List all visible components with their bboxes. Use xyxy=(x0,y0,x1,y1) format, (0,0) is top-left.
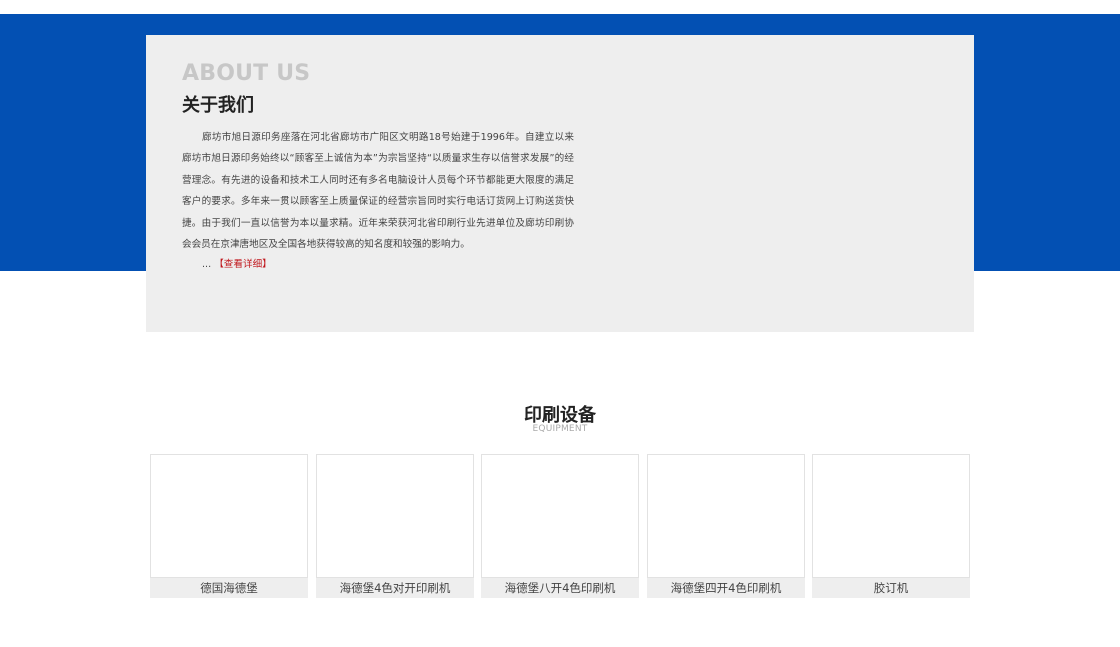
equipment-card[interactable]: 德国海德堡 xyxy=(150,454,308,598)
equipment-caption[interactable]: 海德堡4色对开印刷机 xyxy=(316,578,474,598)
about-more-row: ... 【查看详细】 xyxy=(202,257,272,273)
page: ABOUT US 关于我们 廊坊市旭日源印务座落在河北省廊坊市广阳区文明路18号… xyxy=(0,0,1120,647)
about-ellipsis: ... xyxy=(202,259,212,270)
equipment-subtitle: EQUIPMENT xyxy=(532,424,588,434)
equipment-card[interactable]: 胶订机 xyxy=(812,454,970,598)
equipment-image[interactable] xyxy=(481,454,639,578)
equipment-card[interactable]: 海德堡八开4色印刷机 xyxy=(481,454,639,598)
about-section: ABOUT US 关于我们 廊坊市旭日源印务座落在河北省廊坊市广阳区文明路18号… xyxy=(146,35,974,332)
equipment-card[interactable]: 海德堡4色对开印刷机 xyxy=(316,454,474,598)
about-title-cn: 关于我们 xyxy=(182,95,254,116)
about-title-en: ABOUT US xyxy=(182,61,311,86)
equipment-image[interactable] xyxy=(812,454,970,578)
view-details-link[interactable]: 【查看详细】 xyxy=(214,259,272,270)
about-body-text: 廊坊市旭日源印务座落在河北省廊坊市广阳区文明路18号始建于1996年。自建立以来… xyxy=(182,132,574,251)
equipment-caption[interactable]: 海德堡四开4色印刷机 xyxy=(647,578,805,598)
equipment-caption[interactable]: 胶订机 xyxy=(812,578,970,598)
equipment-grid: 德国海德堡 海德堡4色对开印刷机 海德堡八开4色印刷机 海德堡四开4色印刷机 胶… xyxy=(150,454,972,600)
equipment-caption[interactable]: 海德堡八开4色印刷机 xyxy=(481,578,639,598)
equipment-card[interactable]: 海德堡四开4色印刷机 xyxy=(647,454,805,598)
equipment-image[interactable] xyxy=(647,454,805,578)
equipment-image[interactable] xyxy=(150,454,308,578)
equipment-caption[interactable]: 德国海德堡 xyxy=(150,578,308,598)
equipment-image[interactable] xyxy=(316,454,474,578)
